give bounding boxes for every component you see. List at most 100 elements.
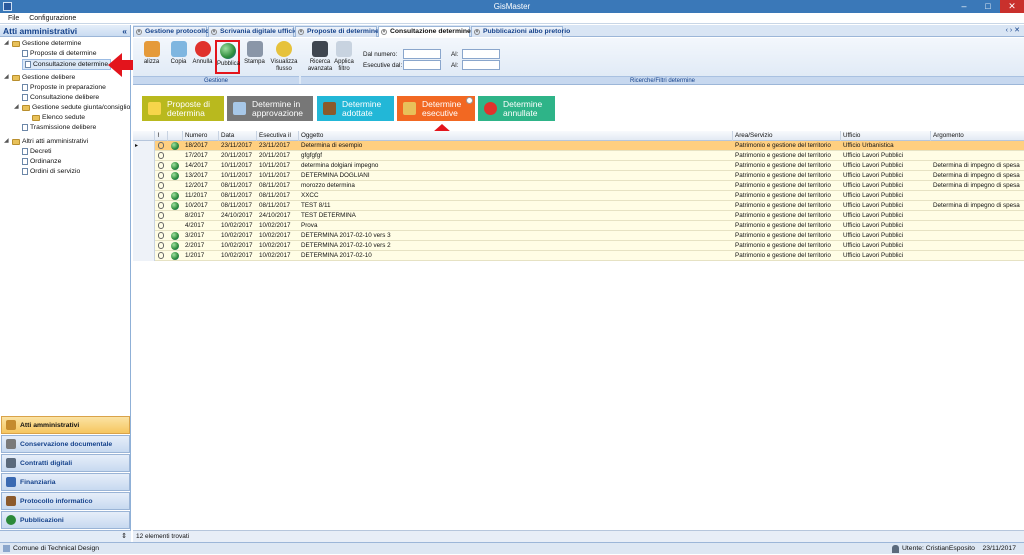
- stampa-button[interactable]: Stampa: [242, 40, 267, 74]
- close-tab-icon[interactable]: ×: [298, 29, 304, 35]
- maximize-icon[interactable]: □: [976, 0, 1000, 13]
- close-tab-icon[interactable]: ×: [381, 29, 387, 35]
- tree-consultazione-delibere[interactable]: Consultazione delibere: [22, 93, 99, 102]
- proposte-determina-button[interactable]: Proposte di determina: [142, 96, 224, 121]
- table-row[interactable]: 4/2017 10/02/2017 10/02/2017 Prova Patrimoni…: [133, 221, 1024, 231]
- paperclip-icon[interactable]: [158, 202, 164, 209]
- row-header[interactable]: [133, 181, 155, 191]
- tab-navigation-icons[interactable]: ‹ › ✕: [1006, 25, 1020, 37]
- paperclip-icon[interactable]: [158, 212, 164, 219]
- tree-gestione-delibere[interactable]: ◢ Gestione delibere: [4, 73, 75, 82]
- tree-ordini-servizio[interactable]: Ordini di servizio: [22, 167, 80, 176]
- tree-altri-atti[interactable]: ◢ Altri atti amministrativi: [4, 137, 88, 146]
- al-numero-input[interactable]: [462, 49, 500, 59]
- nav-atti-amministrativi[interactable]: Atti amministrativi: [1, 416, 130, 434]
- table-row[interactable]: 11/2017 08/11/2017 08/11/2017 XXCC Patrimoni…: [133, 191, 1024, 201]
- paperclip-icon[interactable]: [158, 152, 164, 159]
- visualizza-flusso-button[interactable]: Visualizza flusso: [270, 40, 298, 74]
- row-header[interactable]: [133, 251, 155, 261]
- tree-decreti[interactable]: Decreti: [22, 147, 52, 156]
- tree-proposte-determine[interactable]: Proposte di determine: [22, 49, 97, 58]
- header-area[interactable]: Area/Servizio: [733, 131, 841, 141]
- header-ufficio[interactable]: Ufficio: [841, 131, 931, 141]
- close-tab-icon[interactable]: ×: [136, 29, 142, 35]
- paperclip-icon[interactable]: [158, 192, 164, 199]
- tab-scrivania[interactable]: × Scrivania digitale ufficio: [208, 26, 298, 37]
- row-header[interactable]: [133, 201, 155, 211]
- dal-numero-input[interactable]: [403, 49, 441, 59]
- pen-icon: [6, 458, 16, 468]
- minimize-icon[interactable]: –: [952, 0, 976, 13]
- esecutive-dal-input[interactable]: [403, 60, 441, 70]
- table-row[interactable]: 8/2017 24/10/2017 24/10/2017 TEST DETERMINA…: [133, 211, 1024, 221]
- header-attachment[interactable]: ⌇: [155, 131, 168, 141]
- table-row[interactable]: 2/2017 10/02/2017 10/02/2017 DETERMINA 2017…: [133, 241, 1024, 251]
- tab-consultazione-determine[interactable]: × Consultazione determine: [378, 26, 471, 37]
- close-icon[interactable]: ✕: [1000, 0, 1024, 13]
- nav-pubblicazioni[interactable]: Pubblicazioni: [1, 511, 130, 529]
- paperclip-icon[interactable]: [158, 222, 164, 229]
- row-header[interactable]: [133, 161, 155, 171]
- copia-button[interactable]: Copia: [166, 40, 191, 74]
- determine-esecutive-button[interactable]: Determine esecutive: [397, 96, 475, 121]
- determine-adottate-button[interactable]: Determine adottate: [317, 96, 394, 121]
- row-header[interactable]: [133, 221, 155, 231]
- table-row[interactable]: 1/2017 10/02/2017 10/02/2017 DETERMINA 2017…: [133, 251, 1024, 261]
- nav-protocollo[interactable]: Protocollo informatico: [1, 492, 130, 510]
- determine-annullate-button[interactable]: Determine annullate: [478, 96, 555, 121]
- paperclip-icon[interactable]: [158, 162, 164, 169]
- row-header[interactable]: [133, 191, 155, 201]
- row-header[interactable]: [133, 231, 155, 241]
- paperclip-icon[interactable]: [158, 142, 164, 149]
- table-row[interactable]: 3/2017 10/02/2017 10/02/2017 DETERMINA 2017…: [133, 231, 1024, 241]
- pubblica-button[interactable]: Pubblica: [215, 40, 240, 74]
- annulla-button[interactable]: Annulla: [190, 40, 215, 74]
- esecutive-al-input[interactable]: [462, 60, 500, 70]
- header-oggetto[interactable]: Oggetto: [299, 131, 733, 141]
- visualizza-button[interactable]: alizza: [139, 40, 164, 74]
- menu-file[interactable]: File: [8, 13, 19, 24]
- paperclip-icon[interactable]: [158, 252, 164, 259]
- table-row[interactable]: 12/2017 08/11/2017 08/11/2017 morozzo deter…: [133, 181, 1024, 191]
- paperclip-icon[interactable]: [158, 232, 164, 239]
- chevron-updown-icon[interactable]: ⇕: [121, 531, 127, 542]
- table-row[interactable]: ▸ 18/2017 23/11/2017 23/11/2017 Determina di…: [133, 141, 1024, 151]
- header-numero[interactable]: Numero: [183, 131, 219, 141]
- row-header[interactable]: [133, 211, 155, 221]
- header-status[interactable]: [168, 131, 183, 141]
- tree-gestione-determine[interactable]: ◢ Gestione determine: [4, 39, 81, 48]
- collapse-icon[interactable]: «: [122, 25, 127, 37]
- table-row[interactable]: 17/2017 20/11/2017 20/11/2017 gfgfgfgf Patri…: [133, 151, 1024, 161]
- header-esecutiva[interactable]: Esecutiva il: [257, 131, 299, 141]
- menu-configurazione[interactable]: Configurazione: [29, 13, 76, 24]
- tab-pubblicazioni-albo[interactable]: × Pubblicazioni albo pretorio: [471, 26, 570, 37]
- close-tab-icon[interactable]: ×: [211, 29, 217, 35]
- paperclip-icon[interactable]: [158, 242, 164, 249]
- tree-gestione-sedute[interactable]: ◢ Gestione sedute giunta/consiglio: [14, 103, 130, 112]
- row-header[interactable]: [133, 171, 155, 181]
- tab-proposte-determine[interactable]: × Proposte di determine: [295, 26, 379, 37]
- header-data[interactable]: Data: [219, 131, 257, 141]
- paperclip-icon[interactable]: [158, 172, 164, 179]
- header-argomento[interactable]: Argomento: [931, 131, 1024, 141]
- nav-finanziaria[interactable]: Finanziaria: [1, 473, 130, 491]
- table-row[interactable]: 13/2017 10/11/2017 10/11/2017 DETERMINA DOG…: [133, 171, 1024, 181]
- tree-proposte-preparazione[interactable]: Proposte in preparazione: [22, 83, 106, 92]
- row-header[interactable]: [133, 151, 155, 161]
- tab-gestione-protocollo[interactable]: × Gestione protocollo: [133, 26, 210, 37]
- table-row[interactable]: 10/2017 08/11/2017 08/11/2017 TEST 8/11 Patr…: [133, 201, 1024, 211]
- nav-conservazione[interactable]: Conservazione documentale: [1, 435, 130, 453]
- table-row[interactable]: 14/2017 10/11/2017 10/11/2017 determina dol…: [133, 161, 1024, 171]
- tree-elenco-sedute[interactable]: Elenco sedute: [32, 113, 85, 122]
- tree-ordinanze[interactable]: Ordinanze: [22, 157, 61, 166]
- determine-approvazione-button[interactable]: Determine in approvazione: [227, 96, 313, 121]
- close-tab-icon[interactable]: ×: [474, 29, 480, 35]
- tab-label: Gestione protocollo: [145, 28, 210, 35]
- tree-trasmissione-delibere[interactable]: Trasmissione delibere: [22, 123, 96, 132]
- tree-consultazione-determine[interactable]: Consultazione determine: [22, 59, 112, 70]
- applica-filtro-button[interactable]: Applica filtro: [331, 40, 357, 74]
- paperclip-icon[interactable]: [158, 182, 164, 189]
- row-header[interactable]: ▸: [133, 141, 155, 151]
- nav-contratti[interactable]: Contratti digitali: [1, 454, 130, 472]
- row-header[interactable]: [133, 241, 155, 251]
